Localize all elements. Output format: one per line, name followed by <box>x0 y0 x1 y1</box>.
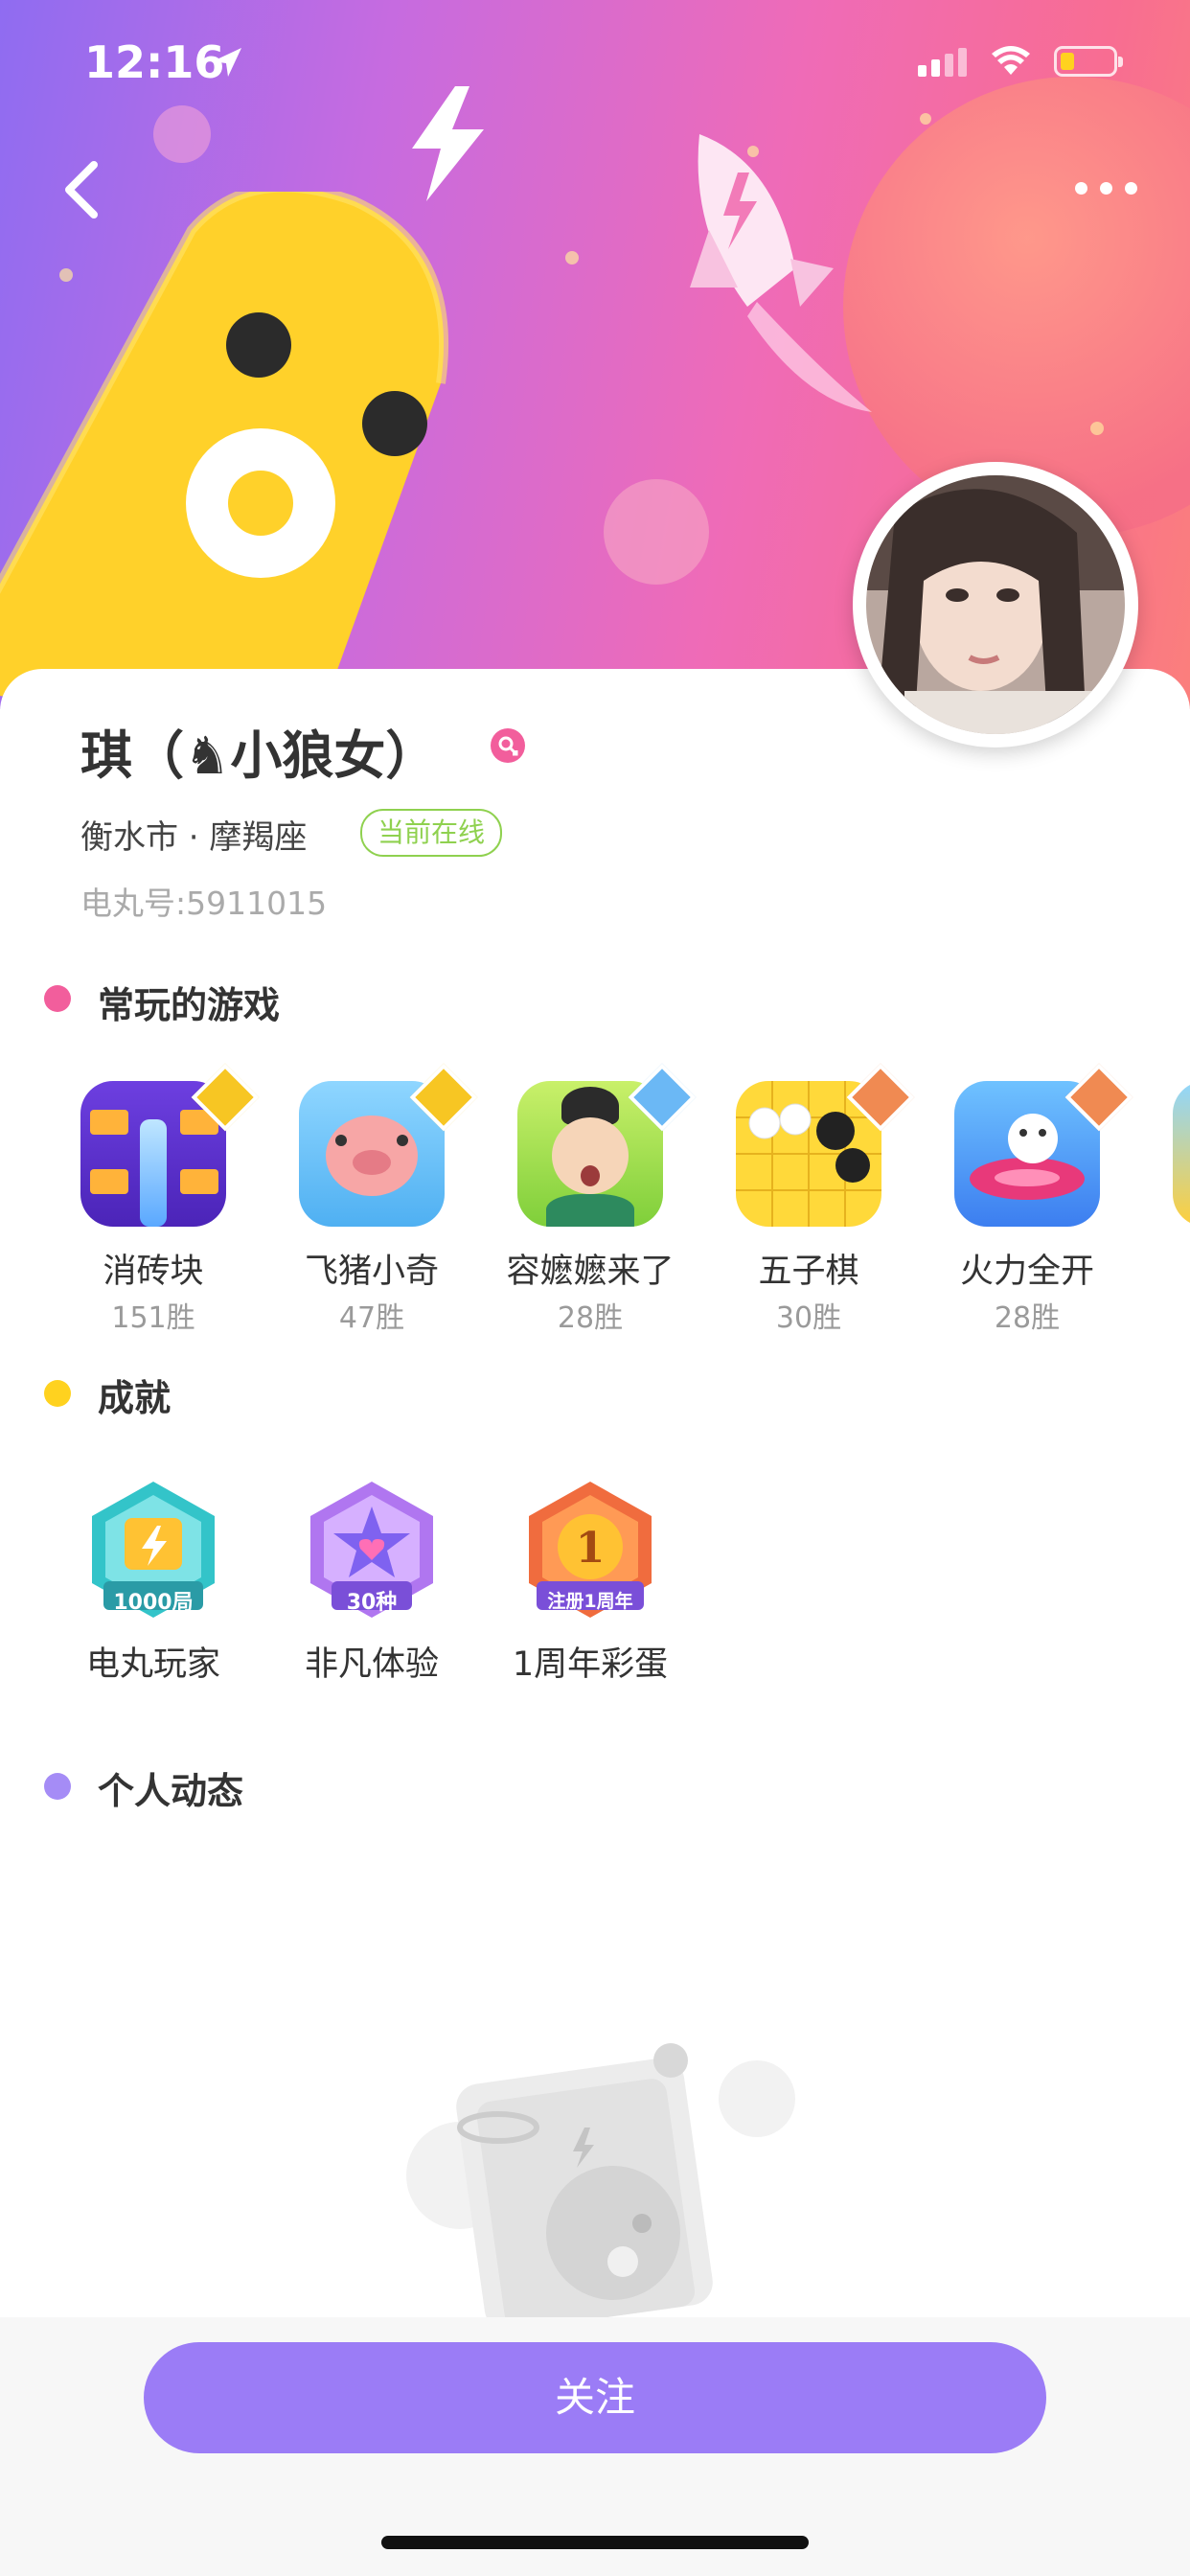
achievements-section-title: 成就 <box>98 1377 172 1419</box>
rocket-illustration <box>690 134 872 412</box>
back-button[interactable] <box>59 159 102 220</box>
achievement-item[interactable]: 30种 非凡体验 <box>266 1466 477 1687</box>
empty-feed-illustration <box>406 2043 795 2319</box>
female-icon <box>491 728 525 763</box>
online-status-badge: 当前在线 <box>360 809 503 857</box>
game-item[interactable]: 消砖块 151胜 <box>48 1063 260 1342</box>
game-item[interactable]: 飞猪小奇 47胜 <box>266 1063 478 1342</box>
status-time: 12:16 <box>84 36 225 88</box>
achievement-name: 非凡体验 <box>304 1645 439 1684</box>
location-zodiac: 衡水市 · 摩羯座 <box>80 818 308 857</box>
avatar[interactable] <box>853 462 1138 748</box>
achievement-name: 1周年彩蛋 <box>512 1645 669 1684</box>
game-item[interactable]: 火力全开 28胜 <box>922 1063 1133 1342</box>
games-section-title: 常玩的游戏 <box>98 984 281 1026</box>
badge-label: 注册1周年 <box>547 1591 633 1612</box>
feed-section-dot <box>44 1773 71 1800</box>
profile-name: 琪（♞小狼女） <box>80 725 438 786</box>
small-planet-decoration-2 <box>153 105 211 163</box>
game-name: 五子棋 <box>758 1253 859 1291</box>
more-games-icon-partial[interactable] <box>1173 1081 1190 1227</box>
small-planet-decoration <box>604 479 709 585</box>
achievements-section-dot <box>44 1380 71 1407</box>
home-indicator <box>381 2536 809 2549</box>
game-name: 容嬷嬷来了 <box>506 1253 675 1291</box>
battery-icon <box>1054 46 1123 77</box>
achievement-item[interactable]: 1 注册1周年 1周年彩蛋 <box>485 1466 696 1687</box>
game-wins: 28胜 <box>994 1301 1061 1335</box>
game-name: 飞猪小奇 <box>304 1253 439 1291</box>
signal-icon <box>918 48 967 77</box>
game-item[interactable]: 容嬷嬷来了 28胜 <box>485 1063 697 1342</box>
game-wins: 28胜 <box>557 1301 624 1335</box>
location-arrow-icon <box>213 48 241 77</box>
badge-label: 1000局 <box>113 1591 194 1615</box>
more-options-button[interactable] <box>1075 178 1142 197</box>
game-wins: 30胜 <box>775 1301 842 1335</box>
feed-section-title: 个人动态 <box>98 1770 244 1812</box>
games-section-dot <box>44 985 71 1012</box>
badge-label: 30种 <box>346 1591 398 1615</box>
game-wins: 47胜 <box>338 1301 405 1335</box>
game-name: 消砖块 <box>103 1253 204 1291</box>
wifi-icon <box>992 46 1030 75</box>
game-name: 火力全开 <box>959 1253 1094 1291</box>
game-wins: 151胜 <box>111 1301 195 1335</box>
follow-button[interactable]: 关注 <box>144 2342 1046 2453</box>
mascot-illustration <box>0 192 448 709</box>
svg-text:1: 1 <box>576 1524 606 1573</box>
lightning-icon <box>412 86 484 201</box>
user-id: 电丸号:5911015 <box>80 885 328 922</box>
game-item[interactable]: 五子棋 30胜 <box>703 1063 915 1342</box>
achievement-item[interactable]: 1000局 电丸玩家 <box>48 1466 259 1687</box>
achievement-name: 电丸玩家 <box>85 1645 220 1684</box>
